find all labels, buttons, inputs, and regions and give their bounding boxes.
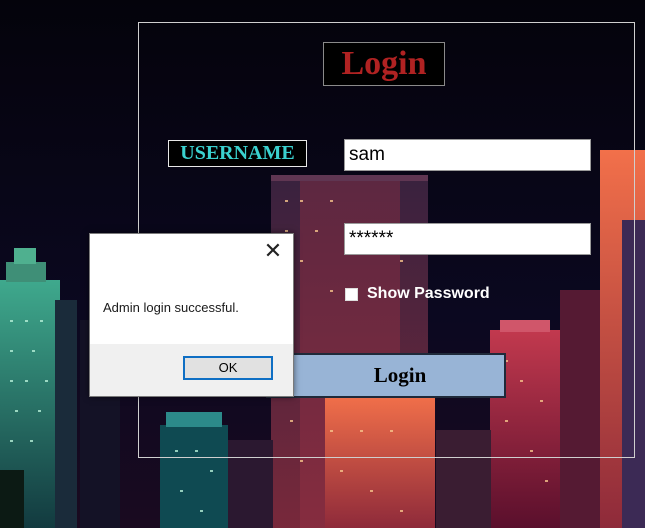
show-password-label: Show Password xyxy=(367,285,490,302)
username-label: USERNAME xyxy=(168,140,307,167)
ok-button[interactable]: OK xyxy=(183,356,273,380)
page-title: Login xyxy=(323,42,445,86)
username-input[interactable] xyxy=(344,139,591,171)
password-input[interactable] xyxy=(344,223,591,255)
close-icon[interactable]: ✕ xyxy=(263,241,283,263)
show-password-checkbox[interactable]: Show Password xyxy=(345,284,490,304)
dialog-footer: OK xyxy=(90,344,293,396)
message-dialog: ✕ Admin login successful. OK xyxy=(89,233,294,397)
login-button[interactable]: Login xyxy=(266,353,506,398)
checkbox-box[interactable] xyxy=(345,287,358,301)
dialog-message: Admin login successful. xyxy=(103,300,239,315)
